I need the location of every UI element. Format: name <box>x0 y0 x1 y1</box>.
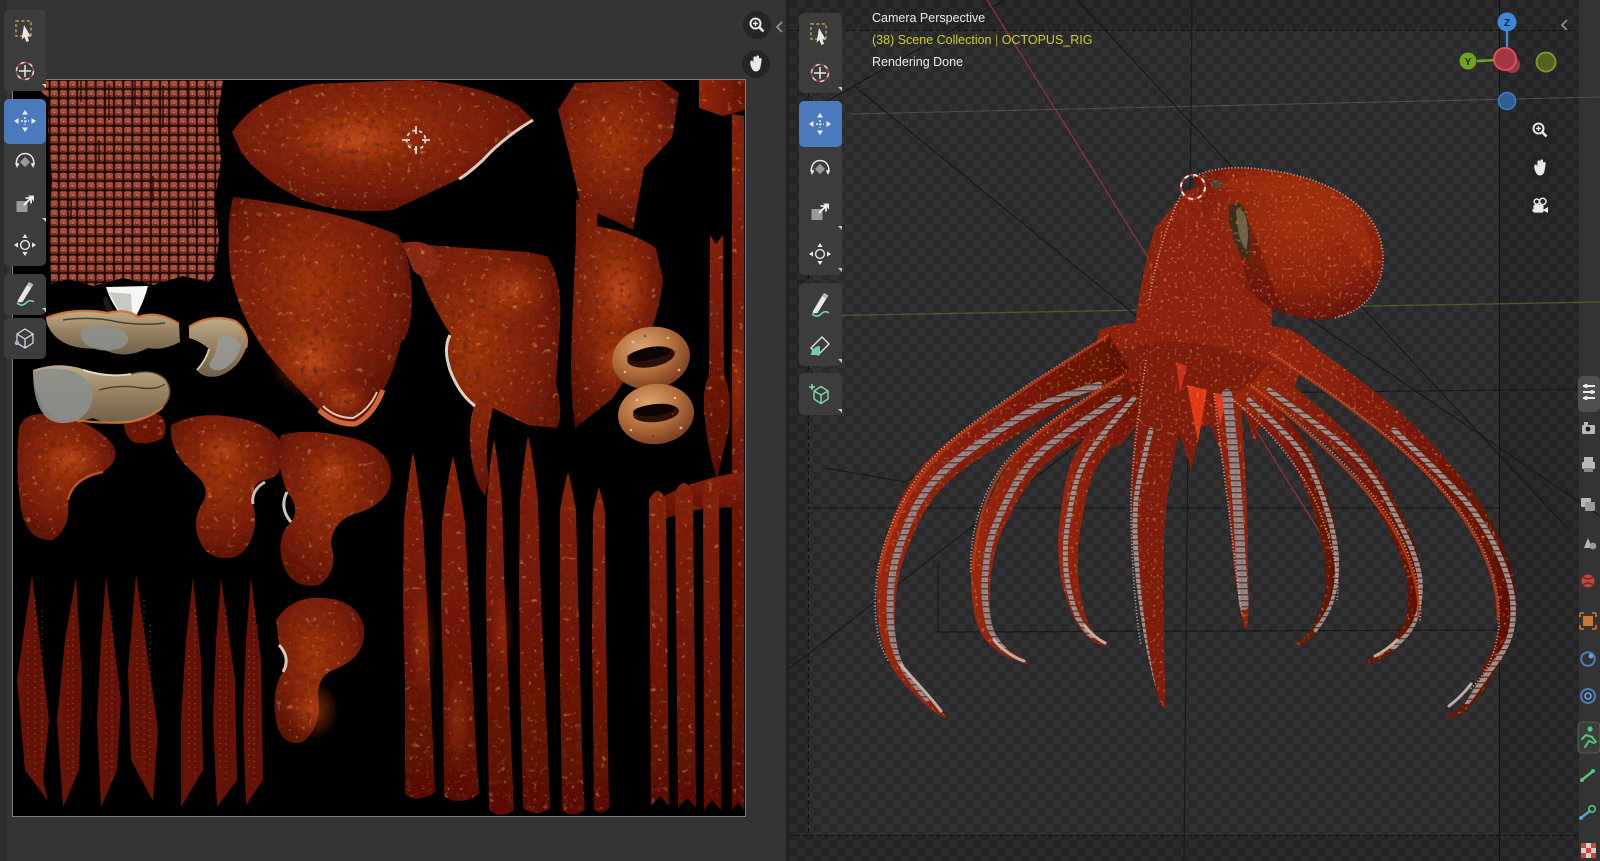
svg-text:Z: Z <box>1504 18 1510 29</box>
svg-text:Y: Y <box>1465 57 1472 68</box>
